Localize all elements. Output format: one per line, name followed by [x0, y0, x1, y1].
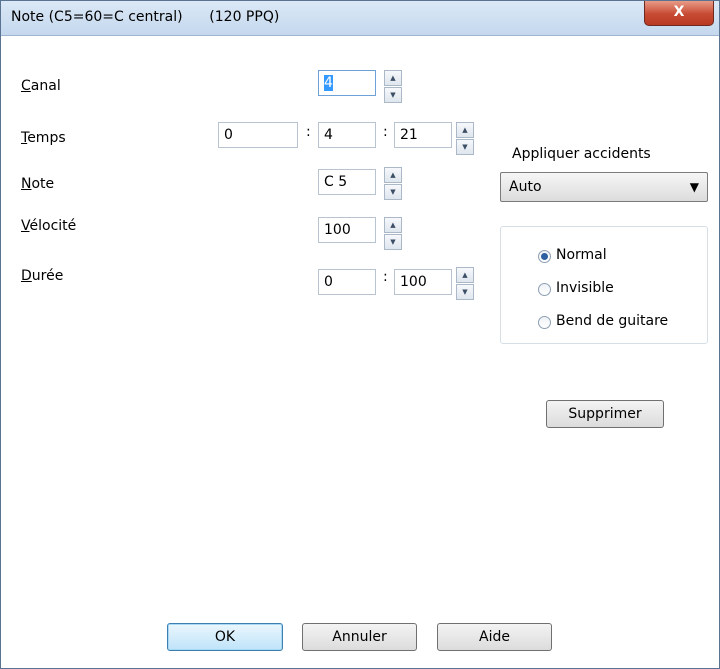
- temps-spinner[interactable]: ▲ ▼: [456, 122, 474, 156]
- canal-spinner[interactable]: ▲ ▼: [384, 70, 402, 104]
- duree-beats-input[interactable]: 0: [318, 269, 376, 295]
- canal-input[interactable]: 4: [318, 70, 376, 96]
- dialog-body: Canal 4 ▲ ▼ Temps 0 : 4 : 21 ▲ ▼ Note C …: [7, 36, 715, 664]
- window-title: Note (C5=60=C central) (120 PPQ): [11, 9, 280, 25]
- duree-label: Durée: [21, 268, 64, 284]
- velocite-input[interactable]: 100: [318, 217, 376, 243]
- separator: :: [383, 124, 388, 140]
- radio-checked-icon: [538, 250, 551, 263]
- ok-button[interactable]: OK: [167, 623, 283, 651]
- spin-down-icon[interactable]: ▼: [384, 184, 402, 200]
- note-input[interactable]: C 5: [318, 169, 376, 195]
- velocite-spinner[interactable]: ▲ ▼: [384, 217, 402, 251]
- chevron-down-icon: ▼: [689, 180, 699, 194]
- accidents-select[interactable]: Auto ▼: [500, 172, 708, 202]
- temps-measure-input[interactable]: 0: [218, 122, 298, 148]
- spin-down-icon[interactable]: ▼: [456, 139, 474, 155]
- accidents-label: Appliquer accidents: [512, 146, 651, 162]
- spin-up-icon[interactable]: ▲: [384, 70, 402, 86]
- radio-unchecked-icon: [538, 316, 551, 329]
- note-label: Note: [21, 176, 55, 192]
- separator: :: [383, 269, 388, 285]
- spin-up-icon[interactable]: ▲: [384, 217, 402, 233]
- canal-label: Canal: [21, 78, 61, 94]
- close-button[interactable]: X: [644, 1, 714, 26]
- spin-down-icon[interactable]: ▼: [384, 87, 402, 103]
- temps-tick-input[interactable]: 21: [394, 122, 452, 148]
- temps-label: Temps: [21, 130, 66, 146]
- spin-up-icon[interactable]: ▲: [456, 122, 474, 138]
- supprimer-button[interactable]: Supprimer: [546, 400, 664, 428]
- aide-button[interactable]: Aide: [437, 623, 552, 651]
- separator: :: [306, 124, 311, 140]
- note-dialog: Note (C5=60=C central) (120 PPQ) X Canal…: [0, 0, 720, 669]
- spin-down-icon[interactable]: ▼: [456, 284, 474, 300]
- temps-beat-input[interactable]: 4: [318, 122, 376, 148]
- annuler-button[interactable]: Annuler: [302, 623, 417, 651]
- note-type-group: Normal Invisible Bend de guitare: [500, 226, 708, 344]
- spin-up-icon[interactable]: ▲: [384, 167, 402, 183]
- spin-up-icon[interactable]: ▲: [456, 267, 474, 283]
- accidents-value: Auto: [509, 179, 542, 195]
- velocite-label: Vélocité: [21, 218, 77, 234]
- duree-ticks-input[interactable]: 100: [394, 269, 452, 295]
- note-spinner[interactable]: ▲ ▼: [384, 167, 402, 201]
- title-bar: Note (C5=60=C central) (120 PPQ) X: [1, 1, 719, 36]
- radio-unchecked-icon: [538, 283, 551, 296]
- duree-spinner[interactable]: ▲ ▼: [456, 267, 474, 301]
- close-icon: X: [673, 4, 685, 20]
- spin-down-icon[interactable]: ▼: [384, 234, 402, 250]
